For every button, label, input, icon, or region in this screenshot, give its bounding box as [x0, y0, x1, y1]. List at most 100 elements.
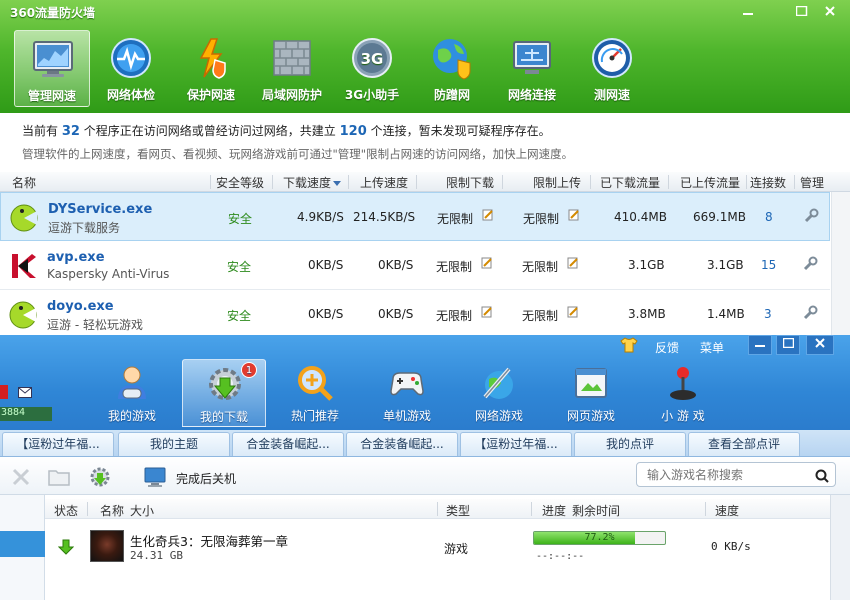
- safety-level: 安全: [228, 212, 253, 226]
- download-row[interactable]: 生化奇兵3：无限海葬第一章 24.31 GB 游戏 77.2% --:--:--…: [45, 521, 830, 573]
- col-downloaded[interactable]: 已下载流量: [600, 174, 660, 191]
- game-search-input[interactable]: [636, 462, 836, 487]
- connection-summary: 当前有 32 个程序正在访问网络或曾经访问过网络，共建立 120 个连接，暂未发…: [22, 124, 551, 139]
- col-up-speed[interactable]: 上传速度: [360, 174, 408, 191]
- tab-single-player[interactable]: 单机游戏: [365, 359, 449, 427]
- tab-label: 管理网速: [27, 89, 76, 103]
- edit-icon[interactable]: [568, 209, 580, 221]
- col-limit-up[interactable]: 限制上传: [533, 174, 581, 191]
- limit-down: 无限制: [436, 309, 473, 323]
- edit-icon[interactable]: [481, 257, 493, 269]
- delete-icon[interactable]: [9, 465, 33, 489]
- news-tab[interactable]: 我的主题: [118, 432, 230, 456]
- tab-mini-games[interactable]: 小 游 戏: [641, 359, 725, 427]
- edit-icon[interactable]: [481, 306, 493, 318]
- firewall-title: 360流量防火墙: [10, 6, 96, 20]
- edit-icon[interactable]: [567, 257, 579, 269]
- col-status[interactable]: 状态: [54, 502, 78, 519]
- news-tab[interactable]: 合金装备崛起...: [346, 432, 458, 456]
- user-id-display: 3884: [0, 407, 52, 421]
- tab-network-check[interactable]: 网络体检: [93, 30, 169, 107]
- tab-3g-helper[interactable]: 3G 3G小助手: [334, 30, 410, 107]
- wrench-icon[interactable]: [803, 208, 819, 224]
- edit-icon[interactable]: [567, 306, 579, 318]
- col-name[interactable]: 名称: [100, 502, 124, 519]
- wrench-icon[interactable]: [802, 305, 818, 321]
- col-speed[interactable]: 速度: [715, 502, 739, 519]
- monitor-shutdown-icon[interactable]: [143, 465, 167, 489]
- tab-anti-leech[interactable]: 防蹭网: [414, 30, 490, 107]
- game-client-window: 反馈 菜单 3884 我的游戏 1 我的下载 热门推荐 单机游戏 网络游戏 网页…: [0, 335, 850, 600]
- tab-online-games[interactable]: 网络游戏: [457, 359, 541, 427]
- 3g-icon: 3G: [352, 38, 392, 78]
- wrench-icon[interactable]: [802, 256, 818, 272]
- col-connections[interactable]: 连接数: [750, 174, 786, 191]
- col-progress[interactable]: 进度: [542, 502, 566, 519]
- connection-count[interactable]: 8: [765, 210, 773, 224]
- edit-icon[interactable]: [482, 209, 494, 221]
- col-safety[interactable]: 安全等级: [216, 174, 264, 191]
- download-table-header: 状态 名称 大小 类型 进度 剩余时间 速度: [45, 499, 830, 519]
- col-down-speed[interactable]: 下载速度: [283, 174, 342, 191]
- firewall-window: 360流量防火墙 管理网速 网络体检 保护网速 局域网防护 3G 3G小助手 防…: [0, 0, 850, 335]
- sidebar-selected-item[interactable]: [0, 531, 45, 557]
- folder-icon[interactable]: [47, 465, 71, 489]
- news-tab[interactable]: 我的点评: [574, 432, 686, 456]
- uploaded-traffic: 669.1MB: [693, 210, 746, 224]
- tshirt-skin-icon[interactable]: [620, 337, 638, 353]
- menu-link[interactable]: 菜单: [700, 339, 724, 356]
- maximize-button[interactable]: [790, 2, 814, 22]
- tab-manage-speed[interactable]: 管理网速: [14, 30, 90, 107]
- col-manage[interactable]: 管理: [800, 174, 824, 191]
- process-row[interactable]: avp.exe Kaspersky Anti-Virus 安全 0KB/S 0K…: [0, 241, 830, 290]
- news-tab[interactable]: 【逗粉过年福...: [460, 432, 572, 456]
- col-uploaded[interactable]: 已上传流量: [680, 174, 740, 191]
- close-button[interactable]: [818, 2, 842, 22]
- minimize-button[interactable]: [736, 2, 760, 22]
- tab-web-games[interactable]: 网页游戏: [549, 359, 633, 427]
- col-type[interactable]: 类型: [446, 502, 470, 519]
- minimize-icon: [743, 13, 753, 15]
- downloaded-traffic: 3.1GB: [628, 258, 665, 272]
- limit-down: 无限制: [437, 212, 474, 226]
- shield-lightning-icon: [199, 38, 226, 79]
- minimize-button[interactable]: [748, 335, 772, 355]
- mail-icon[interactable]: [18, 387, 32, 398]
- search-icon[interactable]: [815, 469, 829, 483]
- process-row[interactable]: doyo.exe 逗游 - 轻松玩游戏 安全 0KB/S 0KB/S 无限制 无…: [0, 290, 830, 335]
- tab-hot-recommend[interactable]: 热门推荐: [273, 359, 357, 427]
- limit-down: 无限制: [436, 260, 473, 274]
- gamepad-icon: [390, 372, 424, 396]
- col-name[interactable]: 名称: [12, 174, 36, 191]
- shutdown-after-complete[interactable]: 完成后关机: [176, 470, 236, 487]
- tab-speed-test[interactable]: 测网速: [574, 30, 650, 107]
- connection-count[interactable]: 15: [761, 258, 776, 272]
- col-size[interactable]: 大小: [130, 502, 154, 519]
- tab-my-games[interactable]: 我的游戏: [90, 359, 174, 427]
- col-remaining[interactable]: 剩余时间: [572, 502, 620, 519]
- tab-label: 我的下载: [199, 410, 248, 424]
- process-name: doyo.exe: [47, 299, 114, 314]
- process-desc: 逗游下载服务: [48, 221, 121, 235]
- remaining-time: --:--:--: [536, 551, 585, 562]
- joystick-icon: [670, 367, 696, 400]
- news-tab[interactable]: 【逗粉过年福...: [2, 432, 114, 456]
- firewall-header: 360流量防火墙 管理网速 网络体检 保护网速 局域网防护 3G 3G小助手 防…: [0, 0, 850, 113]
- download-list-scrollbar[interactable]: [830, 495, 850, 600]
- download-progress-bar: 77.2%: [533, 531, 666, 545]
- tab-my-downloads[interactable]: 1 我的下载: [182, 359, 266, 427]
- tab-lan-protect[interactable]: 局域网防护: [254, 30, 330, 107]
- news-tab[interactable]: 查看全部点评: [688, 432, 800, 456]
- connection-count[interactable]: 3: [764, 307, 772, 321]
- user-gamepad-icon: [118, 366, 146, 399]
- process-list-scrollbar[interactable]: [831, 192, 850, 335]
- news-tab[interactable]: 合金装备崛起...: [232, 432, 344, 456]
- tab-protect-speed[interactable]: 保护网速: [173, 30, 249, 107]
- tab-net-connection[interactable]: 网络连接: [494, 30, 570, 107]
- close-button[interactable]: [806, 335, 834, 355]
- col-limit-down[interactable]: 限制下载: [446, 174, 494, 191]
- feedback-link[interactable]: 反馈: [655, 339, 679, 356]
- gear-refresh-icon[interactable]: [88, 465, 112, 489]
- process-row[interactable]: DYService.exe 逗游下载服务 安全 4.9KB/S 214.5KB/…: [0, 192, 830, 241]
- maximize-button[interactable]: [776, 335, 800, 355]
